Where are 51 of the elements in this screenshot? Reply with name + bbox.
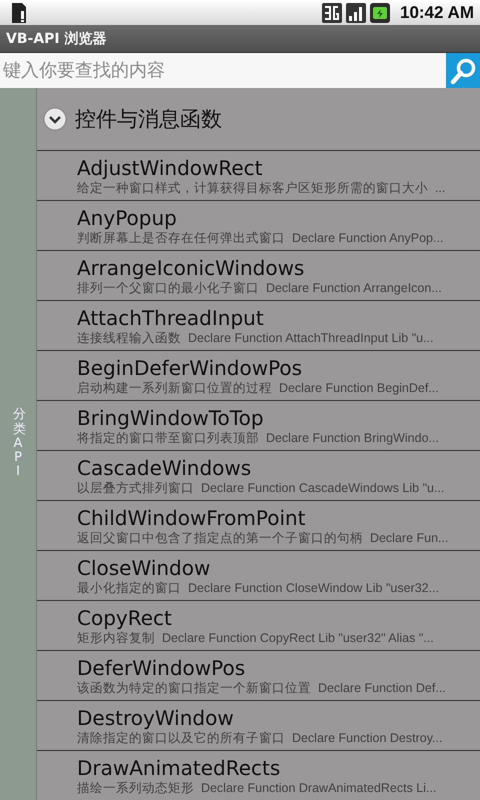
function-description: 启动构建一系列新窗口位置的过程 Declare Function BeginDef... bbox=[77, 380, 439, 396]
search-icon bbox=[449, 56, 477, 84]
function-description: 连接线程输入函数 Declare Function AttachThreadInput Lib "u... bbox=[77, 330, 434, 346]
function-description: 排列一个父窗口的最小化子窗口 Declare Function ArrangeIcon... bbox=[77, 280, 442, 296]
function-name: CascadeWindows bbox=[77, 456, 252, 480]
function-name: BeginDeferWindowPos bbox=[77, 356, 302, 380]
function-list-item[interactable]: DeferWindowPos 该函数为特定的窗口指定一个新窗口位置 Declare Function Def... bbox=[37, 651, 480, 701]
function-name: AdjustWindowRect bbox=[77, 156, 263, 180]
function-list-item[interactable]: BeginDeferWindowPos 启动构建一系列新窗口位置的过程 Declare Function BeginDef... bbox=[37, 351, 480, 401]
function-description: 以层叠方式排列窗口 Declare Function CascadeWindows Lib "u... bbox=[77, 480, 444, 496]
battery-icon bbox=[370, 2, 390, 22]
function-name: DrawAnimatedRects bbox=[77, 756, 280, 780]
function-description: 描绘一系列动态矩形 Declare Function DrawAnimatedRects Li... bbox=[77, 780, 436, 796]
signal-icon bbox=[346, 2, 366, 22]
function-list-item[interactable]: ArrangeIconicWindows 排列一个父窗口的最小化子窗口 Declare Function ArrangeIcon... bbox=[37, 251, 480, 301]
function-list-item[interactable]: AdjustWindowRect 给定一种窗口样式，计算获得目标客户区矩形所需的窗口大小 ... bbox=[37, 151, 480, 201]
group-title: 控件与消息函数 bbox=[75, 106, 222, 133]
function-description: 矩形内容复制 Declare Function CopyRect Lib "user32" Alias "... bbox=[77, 630, 434, 646]
function-list-item[interactable]: BringWindowToTop 将指定的窗口带至窗口列表顶部 Declare Function BringWindo... bbox=[37, 401, 480, 451]
search-field[interactable]: 键入你要查找的内容 bbox=[0, 53, 446, 88]
function-name: ArrangeIconicWindows bbox=[77, 256, 304, 280]
group-header[interactable]: 控件与消息函数 bbox=[37, 88, 480, 151]
function-description: 判断屏幕上是否存在任何弹出式窗口 Declare Function AnyPop... bbox=[77, 230, 444, 246]
status-time: 10:42 AM bbox=[400, 2, 474, 22]
sd-card-icon bbox=[10, 2, 26, 22]
window-title: VB-API 浏览器 bbox=[6, 30, 106, 48]
function-name: BringWindowToTop bbox=[77, 406, 264, 430]
function-list-item[interactable]: CopyRect 矩形内容复制 Declare Function CopyRect Lib "user32" Alias "... bbox=[37, 601, 480, 651]
function-list-item[interactable]: CloseWindow 最小化指定的窗口 Declare Function CloseWindow Lib "user32... bbox=[37, 551, 480, 601]
search-button[interactable] bbox=[446, 53, 480, 88]
function-name: ChildWindowFromPoint bbox=[77, 506, 306, 530]
function-name: AttachThreadInput bbox=[77, 306, 264, 330]
function-description: 将指定的窗口带至窗口列表顶部 Declare Function BringWindo... bbox=[77, 430, 439, 446]
function-description: 清除指定的窗口以及它的所有子窗口 Declare Function Destroy... bbox=[77, 730, 442, 746]
function-name: DestroyWindow bbox=[77, 706, 234, 730]
function-list-item[interactable]: CascadeWindows 以层叠方式排列窗口 Declare Function CascadeWindows Lib "u... bbox=[37, 451, 480, 501]
network-3g-icon bbox=[322, 2, 342, 22]
function-name: AnyPopup bbox=[77, 206, 177, 230]
sidebar-label: 分类API bbox=[13, 408, 23, 480]
function-list-item[interactable]: AttachThreadInput 连接线程输入函数 Declare Function AttachThreadInput Lib "u... bbox=[37, 301, 480, 351]
function-description: 返回父窗口中包含了指定点的第一个子窗口的句柄 Declare Fun... bbox=[77, 530, 448, 546]
function-name: DeferWindowPos bbox=[77, 656, 246, 680]
function-name: CloseWindow bbox=[77, 556, 210, 580]
function-description: 该函数为特定的窗口指定一个新窗口位置 Declare Function Def... bbox=[77, 680, 446, 696]
function-list-item[interactable]: DrawAnimatedRects 描绘一系列动态矩形 Declare Function DrawAnimatedRects Li... bbox=[37, 751, 480, 800]
function-name: CopyRect bbox=[77, 606, 172, 630]
function-description: 最小化指定的窗口 Declare Function CloseWindow Lib "user32... bbox=[77, 580, 440, 596]
function-description: 给定一种窗口样式，计算获得目标客户区矩形所需的窗口大小 ... bbox=[77, 180, 446, 196]
function-list-item[interactable]: DestroyWindow 清除指定的窗口以及它的所有子窗口 Declare Function Destroy... bbox=[37, 701, 480, 751]
function-list-item[interactable]: ChildWindowFromPoint 返回父窗口中包含了指定点的第一个子窗口的句柄 Declare Fun... bbox=[37, 501, 480, 551]
function-list-item[interactable]: AnyPopup 判断屏幕上是否存在任何弹出式窗口 Declare Function AnyPop... bbox=[37, 201, 480, 251]
